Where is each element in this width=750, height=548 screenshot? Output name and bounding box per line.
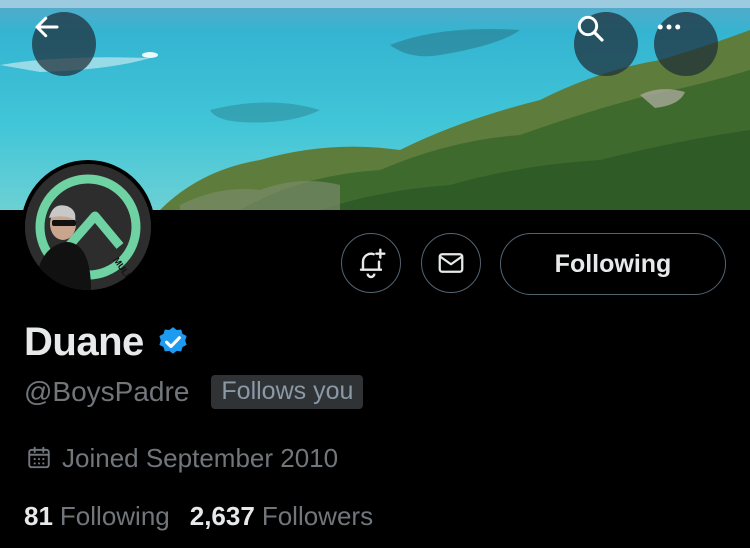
user-handle: @BoysPadre xyxy=(24,376,190,407)
following-label: Following xyxy=(59,500,170,531)
profile-avatar[interactable]: MULLEN xyxy=(21,160,155,294)
follows-you-badge: Follows you xyxy=(211,375,364,409)
search-icon xyxy=(577,15,604,42)
avatar-image: MULLEN xyxy=(25,164,151,290)
bell-plus-icon xyxy=(359,248,386,279)
envelope-icon xyxy=(438,253,464,273)
followers-stat-link[interactable]: 2,637 Followers xyxy=(190,501,373,532)
notifications-button[interactable] xyxy=(341,233,401,293)
calendar-icon xyxy=(28,446,50,469)
following-count: 81 xyxy=(24,500,53,531)
more-horizontal-icon xyxy=(657,24,681,30)
arrow-left-icon xyxy=(35,16,59,38)
follow-stats: 81 Following 2,637 Followers xyxy=(24,498,373,534)
joined-date-row: Joined September 2010 xyxy=(26,440,338,476)
more-button[interactable] xyxy=(654,12,718,76)
verified-badge-icon[interactable] xyxy=(156,325,190,359)
joined-date-text: Joined September 2010 xyxy=(62,442,339,473)
following-button[interactable]: Following xyxy=(500,233,726,295)
display-name: Duane xyxy=(24,319,144,364)
followers-label: Followers xyxy=(261,500,374,531)
profile-name-row: Duane xyxy=(24,318,190,366)
search-button[interactable] xyxy=(574,12,638,76)
handle-row: @BoysPadre Follows you xyxy=(24,374,364,410)
followers-count: 2,637 xyxy=(189,500,255,531)
message-button[interactable] xyxy=(421,233,481,293)
back-button[interactable] xyxy=(32,12,96,76)
following-stat-link[interactable]: 81 Following xyxy=(24,501,170,532)
